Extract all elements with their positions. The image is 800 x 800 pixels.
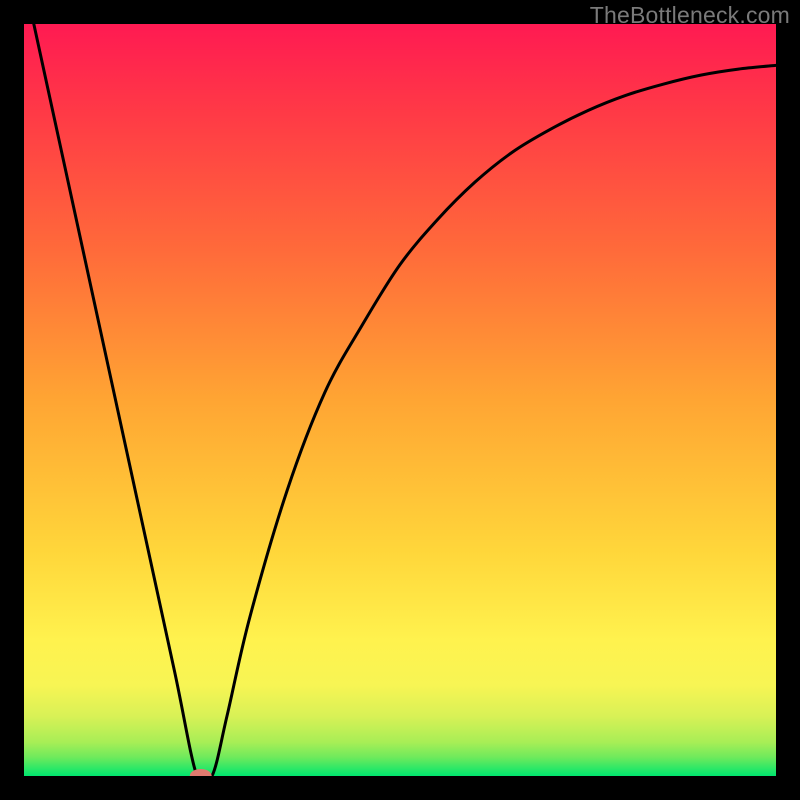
chart-background xyxy=(24,24,776,776)
chart-svg xyxy=(24,24,776,776)
chart-frame xyxy=(24,24,776,776)
watermark-text: TheBottleneck.com xyxy=(590,2,790,29)
